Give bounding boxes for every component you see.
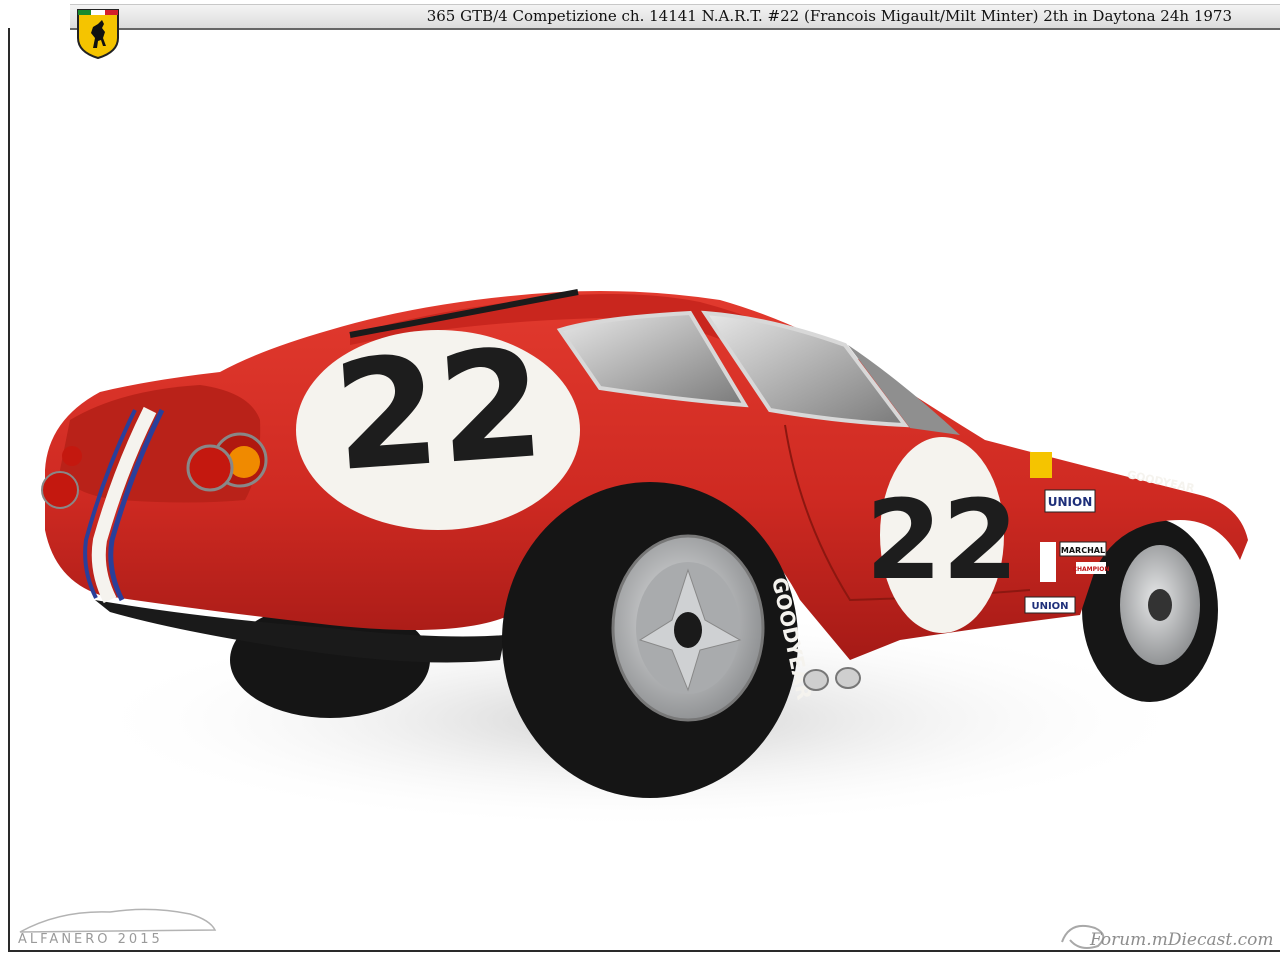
rear-race-number: 22 xyxy=(328,317,548,505)
forum-mdiecast-watermark: Forum.mDiecast.com xyxy=(1090,930,1274,950)
champion-decal: CHAMPION xyxy=(1073,566,1110,573)
alfanero-car-sketch xyxy=(19,908,217,933)
door-race-number: 22 xyxy=(865,476,1018,604)
union-decal-upper: UNION xyxy=(1048,495,1093,509)
alfanero-watermark: ALFANERO 2015 xyxy=(18,932,163,947)
union-decal-lower: UNION xyxy=(1031,601,1068,612)
marchal-decal: MARCHAL xyxy=(1061,546,1105,555)
car-photo: 22 22 UNION MARCHAL CHAMPION UNION GOODY… xyxy=(19,289,1248,949)
